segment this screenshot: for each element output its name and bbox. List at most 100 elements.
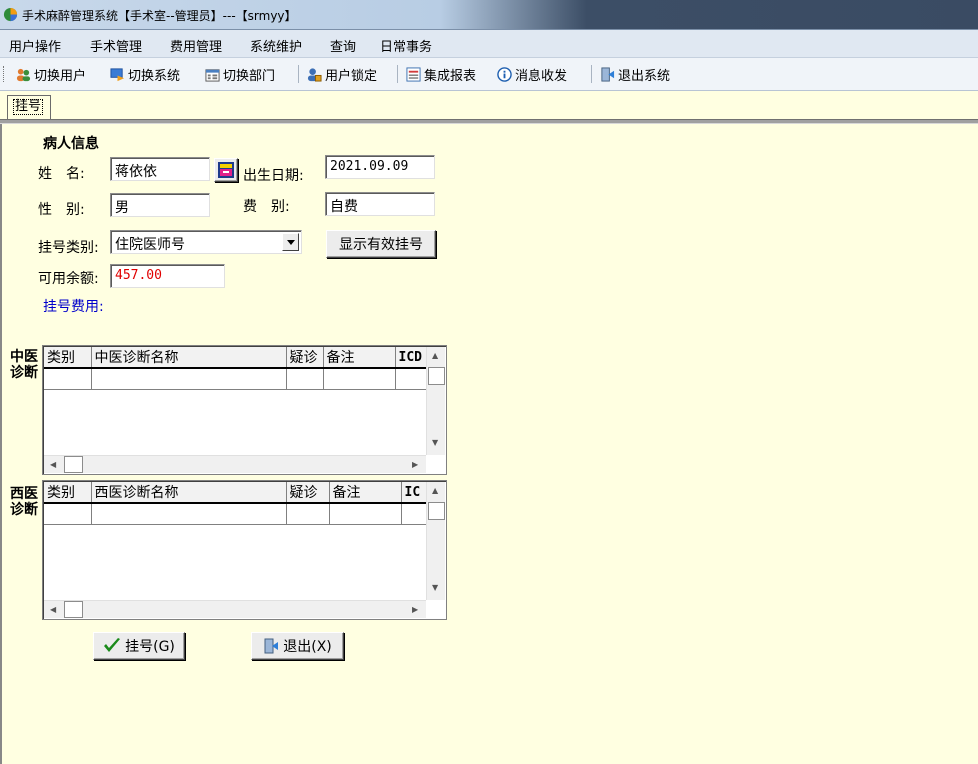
fee-type-field[interactable]: 自费 [325, 192, 435, 216]
table-cell[interactable] [395, 368, 429, 390]
toolbar-grip[interactable] [3, 66, 6, 82]
column-header[interactable]: 类别 [44, 347, 92, 369]
toolbar-separator [298, 65, 299, 83]
table-cell[interactable] [44, 503, 92, 525]
vertical-scrollbar[interactable]: ▲ ▼ [426, 482, 445, 600]
scroll-up-icon[interactable]: ▲ [432, 487, 438, 495]
western-title-line: 诊断 [10, 502, 38, 518]
switch-system-button[interactable]: 切换系统 [110, 65, 181, 84]
tab-registration[interactable]: 挂号 [7, 95, 51, 119]
column-header[interactable]: IC [401, 482, 429, 504]
switch-system-icon [110, 67, 125, 81]
menu-daily[interactable]: 日常事务 [380, 36, 432, 55]
app-logo-icon [3, 7, 18, 22]
scroll-thumb[interactable] [64, 601, 83, 618]
scroll-up-icon[interactable]: ▲ [432, 352, 438, 360]
scroll-thumb[interactable] [64, 456, 83, 473]
table-cell[interactable] [286, 503, 330, 525]
exit-button[interactable]: 退出(X) [251, 632, 344, 660]
scroll-left-icon[interactable]: ◀ [50, 461, 56, 469]
registration-fee-label: 挂号费用: [43, 299, 104, 315]
scroll-down-icon[interactable]: ▼ [432, 439, 438, 447]
western-title-line: 西医 [10, 486, 38, 502]
switch-system-label: 切换系统 [128, 68, 181, 84]
user-lock-icon [307, 67, 322, 82]
scroll-down-icon[interactable]: ▼ [432, 584, 438, 592]
column-header[interactable]: 西医诊断名称 [91, 482, 287, 504]
register-button[interactable]: 挂号(G) [93, 632, 185, 660]
switch-user-button[interactable]: 切换用户 [16, 65, 86, 84]
scroll-left-icon[interactable]: ◀ [50, 606, 56, 614]
balance-label: 可用余额: [38, 271, 99, 287]
dropdown-arrow[interactable] [282, 233, 299, 251]
exit-button-label: 退出(X) [283, 639, 332, 655]
card-reader-icon [218, 162, 234, 178]
users-icon [16, 68, 31, 81]
registration-type-select[interactable]: 住院医师号 [110, 230, 302, 254]
register-button-label: 挂号(G) [125, 639, 175, 655]
column-header[interactable]: 疑诊 [286, 482, 330, 504]
toolbar-separator [591, 65, 592, 83]
western-diagnosis-table: 类别 西医诊断名称 疑诊 备注 IC [44, 482, 429, 525]
patient-info-title: 病人信息 [43, 136, 99, 152]
column-header[interactable]: 中医诊断名称 [91, 347, 287, 369]
user-lock-button[interactable]: 用户锁定 [307, 65, 378, 84]
integrated-report-label: 集成报表 [424, 68, 477, 84]
table-cell[interactable] [323, 368, 396, 390]
exit-system-button[interactable]: 退出系统 [600, 65, 671, 84]
tab-divider [0, 119, 978, 124]
tab-registration-label: 挂号 [13, 99, 44, 115]
horizontal-scrollbar[interactable]: ◀ ▶ [44, 455, 426, 473]
table-cell[interactable] [329, 503, 402, 525]
scroll-right-icon[interactable]: ▶ [412, 461, 418, 469]
balance-field[interactable]: 457.00 [110, 264, 225, 288]
user-lock-label: 用户锁定 [325, 68, 378, 84]
gender-field[interactable]: 男 [110, 193, 210, 217]
menu-fees[interactable]: 费用管理 [170, 36, 222, 55]
name-label: 姓 名: [38, 166, 85, 182]
birth-date-label: 出生日期: [243, 168, 304, 184]
name-field[interactable]: 蒋依依 [110, 157, 210, 181]
patient-lookup-button[interactable] [214, 158, 238, 182]
menu-surgery[interactable]: 手术管理 [90, 36, 142, 55]
tcm-diagnosis-table: 类别 中医诊断名称 疑诊 备注 ICD [44, 347, 429, 390]
scroll-thumb[interactable] [428, 502, 445, 520]
table-row[interactable] [44, 368, 429, 390]
column-header[interactable]: 类别 [44, 482, 92, 504]
gender-label: 性 别: [38, 202, 85, 218]
table-cell[interactable] [91, 503, 287, 525]
table-cell[interactable] [401, 503, 429, 525]
scroll-thumb[interactable] [428, 367, 445, 385]
table-cell[interactable] [91, 368, 287, 390]
fee-type-label: 费 别: [243, 199, 290, 215]
report-icon [406, 66, 421, 82]
tcm-diagnosis-title: 中医 诊断 [6, 349, 42, 381]
birth-date-field[interactable]: 2021.09.09 [325, 155, 435, 179]
scroll-right-icon[interactable]: ▶ [412, 606, 418, 614]
column-header[interactable]: 备注 [323, 347, 396, 369]
menu-query[interactable]: 查询 [330, 36, 356, 55]
vertical-scrollbar[interactable]: ▲ ▼ [426, 347, 445, 455]
tcm-diagnosis-grid[interactable]: 类别 中医诊断名称 疑诊 备注 ICD ▲ ▼ ◀ ▶ [42, 345, 447, 475]
menu-user-ops[interactable]: 用户操作 [9, 36, 61, 55]
table-cell[interactable] [44, 368, 92, 390]
table-cell[interactable] [286, 368, 324, 390]
horizontal-scrollbar[interactable]: ◀ ▶ [44, 600, 426, 618]
western-diagnosis-grid[interactable]: 类别 西医诊断名称 疑诊 备注 IC ▲ ▼ ◀ ▶ [42, 480, 447, 620]
column-header[interactable]: ICD [395, 347, 429, 369]
menu-system[interactable]: 系统维护 [250, 36, 302, 55]
toolbar-separator [397, 65, 398, 83]
switch-department-button[interactable]: 切换部门 [205, 65, 275, 84]
table-row[interactable] [44, 503, 429, 525]
column-header[interactable]: 疑诊 [286, 347, 324, 369]
message-button[interactable]: 消息收发 [497, 65, 567, 84]
menu-bar: 用户操作 手术管理 费用管理 系统维护 查询 日常事务 [0, 30, 978, 58]
column-header[interactable]: 备注 [329, 482, 402, 504]
integrated-report-button[interactable]: 集成报表 [406, 65, 477, 84]
show-valid-registrations-button[interactable]: 显示有效挂号 [326, 230, 436, 258]
department-icon [205, 68, 220, 82]
exit-system-label: 退出系统 [618, 68, 671, 84]
registration-type-label: 挂号类别: [38, 240, 99, 256]
tab-strip: 挂号 [0, 92, 978, 122]
tcm-title-line: 中医 [10, 349, 38, 365]
